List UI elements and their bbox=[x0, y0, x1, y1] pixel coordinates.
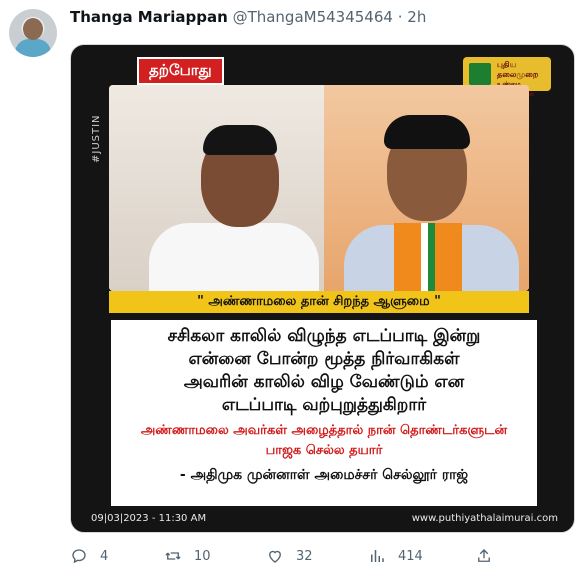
news-photo bbox=[109, 85, 529, 291]
photo-left-person bbox=[109, 85, 324, 291]
logo-line-1: புதிய bbox=[497, 60, 517, 69]
views-button[interactable]: 414 bbox=[368, 545, 423, 567]
avatar-face bbox=[23, 18, 43, 40]
poster-date: 09|03|2023 - 11:30 AM bbox=[91, 513, 207, 524]
channel-logo-mark bbox=[469, 63, 491, 85]
display-name[interactable]: Thanga Mariappan bbox=[70, 8, 228, 26]
breaking-badge: தற்போது bbox=[137, 57, 224, 85]
views-count: 414 bbox=[398, 548, 423, 564]
action-bar: 4 10 32 414 bbox=[70, 545, 575, 567]
quote-bar: " அண்ணாமலை தான் சிறந்த ஆளுமை " bbox=[109, 291, 529, 313]
retweet-button[interactable]: 10 bbox=[164, 545, 211, 567]
avatar-shirt bbox=[15, 39, 51, 57]
reply-count: 4 bbox=[100, 548, 109, 564]
like-count: 32 bbox=[296, 548, 313, 564]
justin-tag: #JUSTIN bbox=[91, 114, 102, 163]
views-icon bbox=[371, 550, 384, 562]
share-icon bbox=[478, 549, 490, 562]
timestamp[interactable]: 2h bbox=[407, 8, 426, 26]
retweet-count: 10 bbox=[194, 548, 211, 564]
share-button[interactable] bbox=[475, 545, 505, 567]
caption-source: - அதிமுக முன்னாள் அமைச்சர் செல்லூர் ராஜ் bbox=[179, 467, 469, 483]
logo-line-2: தலைமுறை bbox=[497, 70, 539, 79]
caption-red-2: பாஜக செல்ல தயார் bbox=[265, 443, 383, 458]
photo-right-person bbox=[324, 85, 529, 291]
caption-line-2: என்னை போன்ற மூத்த நிர்வாகிகள் bbox=[188, 349, 460, 369]
heart-icon bbox=[269, 550, 281, 563]
avatar[interactable] bbox=[9, 9, 57, 57]
poster-website: www.puthiyathalaimurai.com bbox=[411, 513, 558, 524]
tweet-image[interactable]: தற்போது புதிய தலைமுறை உண்மை உடனுக்குடன் … bbox=[70, 44, 575, 533]
tweet: Thanga Mariappan @ThangaM54345464 · 2h த… bbox=[0, 0, 584, 575]
reply-button[interactable]: 4 bbox=[70, 545, 108, 567]
caption-box: சசிகலா காலில் விழுந்த எடப்பாடி இன்று என்… bbox=[111, 320, 537, 506]
caption-line-1: சசிகலா காலில் விழுந்த எடப்பாடி இன்று bbox=[167, 326, 481, 346]
separator: · bbox=[397, 8, 403, 26]
retweet-icon bbox=[165, 552, 181, 560]
caption-red-1: அண்ணாமலை அவர்கள் அழைத்தால் நான் தொண்டர்க… bbox=[140, 423, 508, 438]
like-button[interactable]: 32 bbox=[266, 545, 313, 567]
caption-line-3: அவரின் காலில் விழ வேண்டும் என bbox=[183, 372, 465, 392]
reply-icon bbox=[72, 549, 86, 564]
tweet-header: Thanga Mariappan @ThangaM54345464 · 2h bbox=[70, 8, 426, 30]
user-handle[interactable]: @ThangaM54345464 bbox=[233, 8, 393, 26]
caption-line-4: எடப்பாடி வற்புறுத்துகிறார் bbox=[221, 395, 427, 415]
